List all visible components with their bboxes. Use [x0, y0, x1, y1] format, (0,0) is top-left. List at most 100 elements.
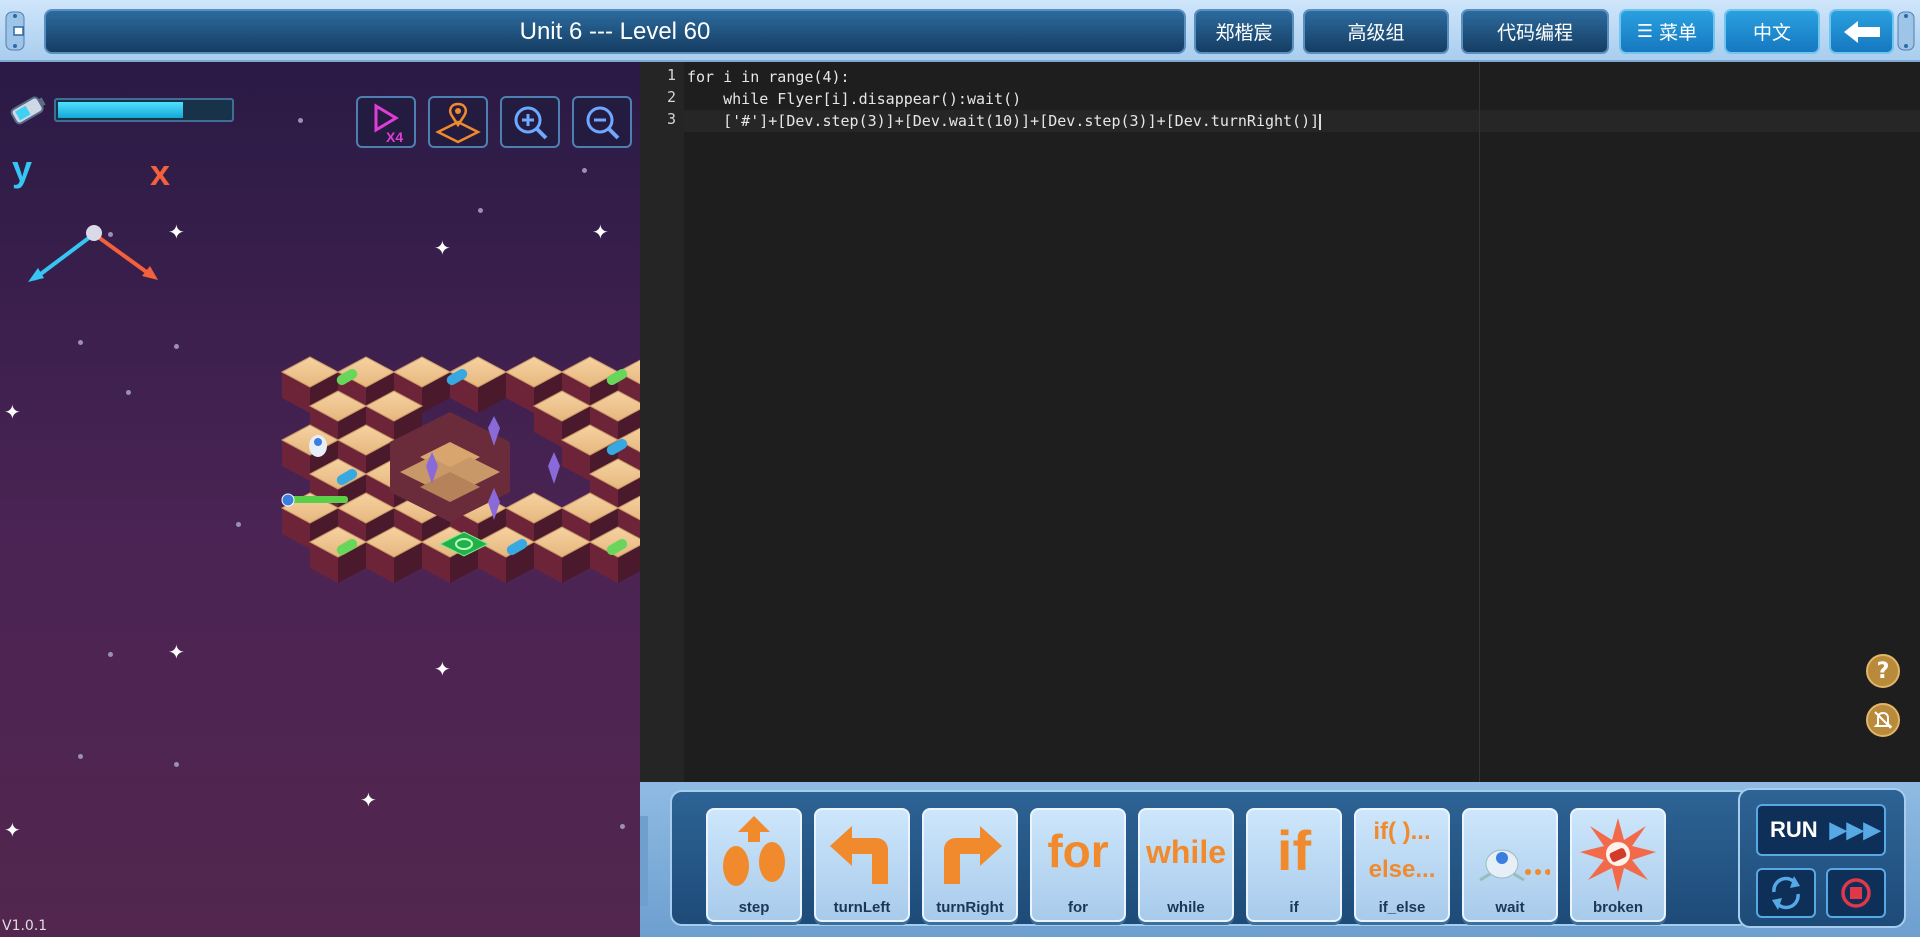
block-for[interactable]: for for: [1030, 808, 1126, 922]
block-label: step: [738, 899, 770, 916]
dock-handle[interactable]: [640, 816, 648, 906]
robot-wait-icon: [1479, 849, 1550, 882]
star-decoration: ✦: [4, 818, 21, 842]
star-decoration: ✦: [592, 220, 609, 244]
zoom-out-button[interactable]: [572, 96, 632, 148]
explosion-icon: [1580, 818, 1656, 892]
code-line[interactable]: ['#']+[Dev.step(3)]+[Dev.wait(10)]+[Dev.…: [687, 110, 1322, 132]
star-decoration: ✦: [360, 788, 377, 812]
star-dot: [126, 390, 131, 395]
map-button[interactable]: [428, 96, 488, 148]
star-decoration: ✦: [168, 640, 185, 664]
turn-left-arrow-icon: [830, 826, 888, 884]
top-bar: Unit 6 --- Level 60 郑楷宸 高级组 代码编程 ☰ 菜单 中文: [0, 0, 1920, 62]
star-dot: [78, 754, 83, 759]
block-label: if: [1289, 899, 1299, 916]
if-glyph: if: [1276, 819, 1312, 882]
run-label: RUN: [1770, 817, 1818, 842]
star-dot: [478, 208, 483, 213]
footsteps-icon: [723, 816, 785, 886]
map-icon: [435, 102, 481, 144]
star-dot: [298, 118, 303, 123]
star-dot: [582, 168, 587, 173]
zoom-in-icon: [514, 106, 548, 140]
block-turnleft[interactable]: turnLeft: [814, 808, 910, 922]
user-name-button[interactable]: 郑楷宸: [1194, 9, 1294, 54]
question-icon: ?: [1876, 658, 1890, 684]
block-wait[interactable]: wait: [1462, 808, 1558, 922]
star-decoration: ✦: [4, 400, 21, 424]
block-step[interactable]: step: [706, 808, 802, 922]
game-scene: ✦ ✦ ✦ ✦ ✦ ✦ ✦ ✦ X4 y x V1.0.1: [0, 62, 640, 937]
level-title: Unit 6 --- Level 60: [44, 9, 1186, 54]
block-label: if_else: [1378, 899, 1426, 916]
while-glyph: while: [1145, 834, 1226, 870]
speed-label: X4: [386, 129, 403, 145]
code-editor[interactable]: 1 2 3 for i in range(4): while Flyer[i].…: [640, 62, 1920, 782]
stop-button[interactable]: [1826, 868, 1886, 918]
code-line-text: ['#']+[Dev.step(3)]+[Dev.wait(10)]+[Dev.…: [687, 112, 1320, 130]
language-button[interactable]: 中文: [1724, 9, 1820, 54]
panel-handle-icon[interactable]: [4, 10, 26, 52]
else-glyph: else...: [1368, 856, 1436, 883]
star-decoration: ✦: [434, 236, 451, 260]
refresh-icon: [1772, 876, 1800, 910]
reset-button[interactable]: [1756, 868, 1816, 918]
for-glyph: for: [1047, 825, 1109, 877]
block-broken[interactable]: broken: [1570, 808, 1666, 922]
block-label: while: [1167, 899, 1205, 916]
text-cursor: [1319, 113, 1322, 130]
mute-button[interactable]: [1866, 703, 1900, 737]
if-glyph: if( )...: [1373, 818, 1431, 845]
code-line[interactable]: while Flyer[i].disappear():wait(): [687, 88, 1021, 110]
star-dot: [174, 344, 179, 349]
zoom-out-icon: [586, 106, 620, 140]
energy-bar: [54, 98, 234, 122]
stop-icon: [1841, 878, 1871, 908]
group-button[interactable]: 高级组: [1303, 9, 1449, 54]
line-number: 3: [666, 110, 676, 128]
help-button[interactable]: ?: [1866, 654, 1900, 688]
fast-forward-icon: ▶▶▶: [1829, 817, 1881, 842]
code-line[interactable]: for i in range(4):: [687, 66, 850, 88]
star-dot: [620, 824, 625, 829]
block-if[interactable]: if if: [1246, 808, 1342, 922]
block-label: broken: [1592, 899, 1643, 916]
star-dot: [78, 340, 83, 345]
block-if-else[interactable]: if( )... else... if_else: [1354, 808, 1450, 922]
block-label: turnLeft: [833, 899, 891, 916]
block-label: wait: [1495, 899, 1525, 916]
line-gutter: 1 2 3: [640, 62, 684, 782]
zoom-in-button[interactable]: [500, 96, 560, 148]
print-margin: [1479, 62, 1480, 782]
star-dot: [108, 652, 113, 657]
energy-bar-fill: [58, 102, 184, 118]
block-palette: step turnLeft turnRight for for while wh…: [670, 790, 1762, 926]
run-panel: RUN ▶▶▶: [1738, 788, 1906, 928]
list-icon: ☰: [1636, 21, 1654, 42]
turn-right-arrow-icon: [944, 826, 1002, 884]
mute-bell-icon: [1873, 711, 1893, 729]
arrow-left-icon: [1843, 20, 1880, 43]
block-while[interactable]: while while: [1138, 808, 1234, 922]
speed-x4-icon: X4: [374, 103, 403, 145]
block-turnright[interactable]: turnRight: [922, 808, 1018, 922]
energy-battery-icon: [10, 96, 46, 125]
back-button[interactable]: [1829, 9, 1894, 54]
crystal-icon: [548, 452, 560, 484]
block-label: turnRight: [936, 899, 1004, 916]
menu-button[interactable]: ☰ 菜单: [1619, 9, 1715, 54]
block-label: for: [1068, 899, 1088, 916]
menu-label: 菜单: [1659, 22, 1698, 44]
game-board: [280, 356, 640, 583]
panel-handle-right-icon[interactable]: [1896, 10, 1916, 52]
run-button[interactable]: RUN ▶▶▶: [1756, 804, 1886, 856]
star-dot: [174, 762, 179, 767]
star-decoration: ✦: [168, 220, 185, 244]
mode-button[interactable]: 代码编程: [1461, 9, 1609, 54]
speed-x4-button[interactable]: X4: [356, 96, 416, 148]
axis-indicator-icon: [28, 225, 158, 282]
command-dock: step turnLeft turnRight for for while wh…: [640, 782, 1920, 937]
line-number: 1: [666, 66, 676, 84]
star-dot: [236, 522, 241, 527]
